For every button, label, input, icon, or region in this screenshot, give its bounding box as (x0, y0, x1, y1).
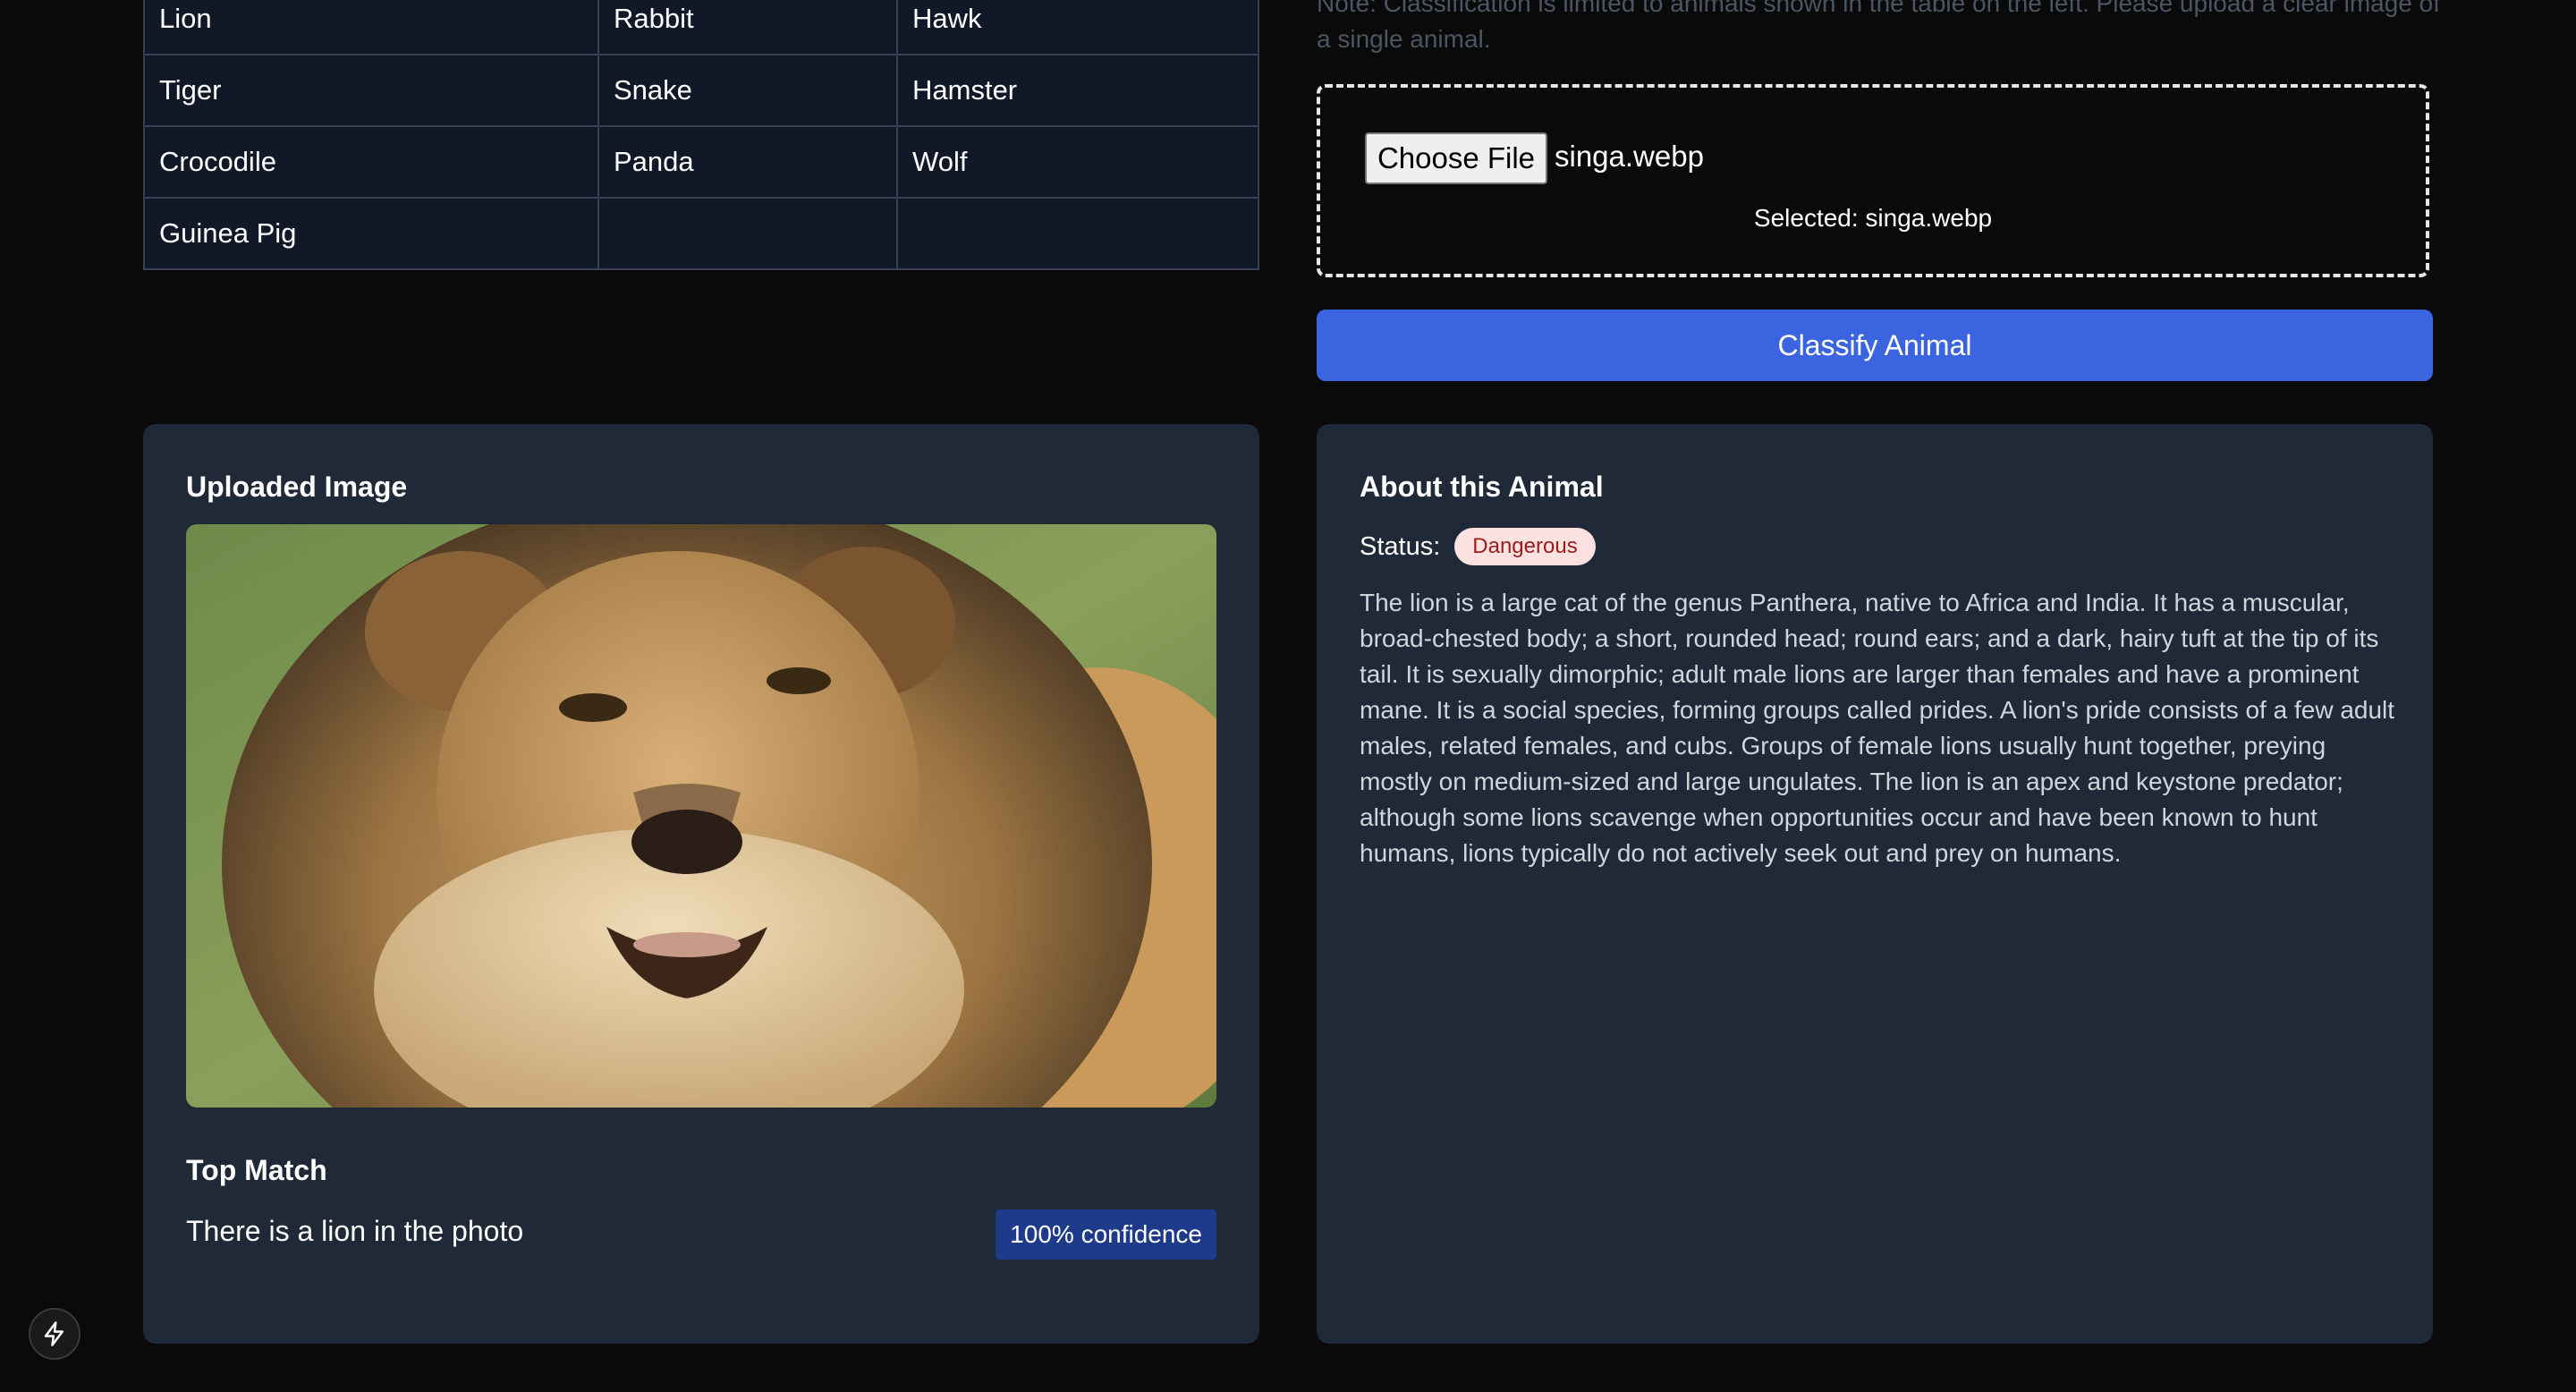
about-animal-title: About this Animal (1360, 471, 1604, 503)
upload-dropzone[interactable]: Choose File singa.webp Selected: singa.w… (1317, 84, 2429, 277)
dev-tools-button[interactable] (29, 1308, 80, 1360)
table-cell: Snake (597, 54, 898, 127)
table-cell: Hawk (896, 0, 1259, 55)
status-label: Status: (1360, 531, 1441, 561)
table-row: Guinea Pig (143, 197, 1259, 270)
animal-table: Lion Rabbit Hawk Tiger Snake Hamster Cro… (143, 0, 1259, 270)
about-animal-card: About this Animal Status: Dangerous The … (1317, 424, 2433, 1344)
animal-description: The lion is a large cat of the genus Pan… (1360, 589, 2395, 867)
uploaded-image-title: Uploaded Image (186, 471, 408, 503)
table-cell: Tiger (143, 54, 599, 127)
choose-file-button[interactable]: Choose File (1365, 132, 1547, 184)
confidence-badge: 100% confidence (996, 1210, 1216, 1260)
table-cell (597, 197, 898, 270)
upload-note: Note: Classification is limited to anima… (1317, 0, 2441, 53)
classify-animal-button[interactable]: Classify Animal (1317, 310, 2433, 381)
table-cell: Wolf (896, 125, 1259, 199)
uploaded-lion-image (186, 524, 1216, 1108)
table-cell: Guinea Pig (143, 197, 599, 270)
selected-file-text: Selected: singa.webp (1753, 204, 1993, 232)
table-cell: Hamster (896, 54, 1259, 127)
table-cell: Rabbit (597, 0, 898, 55)
table-cell (896, 197, 1259, 270)
match-result-text: There is a lion in the photo (186, 1215, 524, 1247)
table-cell: Crocodile (143, 125, 599, 199)
table-row: Crocodile Panda Wolf (143, 125, 1259, 199)
table-row: Tiger Snake Hamster (143, 54, 1259, 127)
lightning-bolt-icon (44, 1321, 64, 1346)
table-cell: Panda (597, 125, 898, 199)
status-badge: Dangerous (1454, 528, 1596, 565)
table-cell: Lion (143, 0, 599, 55)
uploaded-image-card: Uploaded Image Top Match There is a lion… (143, 424, 1259, 1344)
top-match-title: Top Match (186, 1154, 327, 1186)
file-name: singa.webp (1555, 140, 1704, 173)
table-row: Lion Rabbit Hawk (143, 0, 1259, 55)
status-row: Status: Dangerous (1360, 528, 1596, 565)
